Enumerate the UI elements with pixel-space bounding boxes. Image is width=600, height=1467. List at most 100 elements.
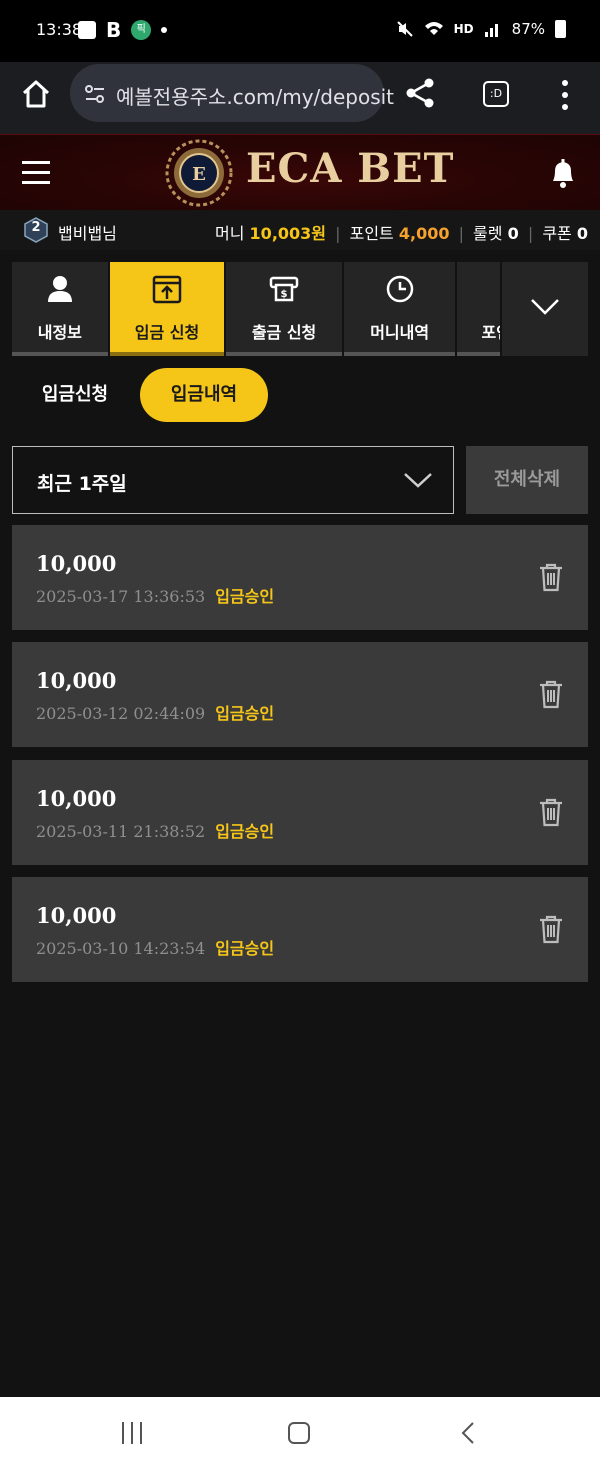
signal-icon	[484, 24, 498, 37]
battery-percent: 87%	[511, 20, 545, 38]
deposit-meta: 2025-03-11 21:38:52 입금승인	[36, 818, 274, 842]
subtab-deposit-request[interactable]: 입금신청	[20, 368, 130, 422]
emblem-letter: E	[192, 164, 206, 185]
tab-underline	[12, 352, 108, 356]
point-label: 포인트	[349, 224, 394, 243]
tab-points[interactable]: 포인	[457, 262, 501, 356]
android-home-icon[interactable]	[288, 1422, 310, 1444]
hamburger-menu-icon[interactable]	[22, 161, 52, 185]
deposit-datetime: 2025-03-12 02:44:09	[36, 704, 206, 723]
trash-icon[interactable]	[538, 562, 564, 592]
recent-apps-icon[interactable]	[120, 1422, 144, 1444]
app-notification-icon: 픽	[131, 20, 152, 40]
username: 뱁비뱁님	[58, 224, 117, 243]
gallery-icon	[78, 21, 96, 39]
deposit-datetime: 2025-03-11 21:38:52	[36, 822, 206, 841]
user-icon	[47, 276, 72, 302]
trash-icon[interactable]	[538, 914, 564, 944]
divider: |	[335, 224, 341, 243]
balances: 머니 10,003원 | 포인트 4,000 | 룰렛 0 | 쿠폰 0	[215, 220, 588, 244]
deposit-meta: 2025-03-10 14:23:54 입금승인	[36, 935, 274, 959]
logo-text[interactable]: ECA BET	[246, 145, 454, 192]
battery-icon	[555, 20, 566, 38]
money-label: 머니	[215, 224, 245, 243]
tab-money-history[interactable]: 머니내역	[343, 262, 456, 356]
level-badge: 2	[24, 217, 48, 243]
deposit-status: 입금승인	[215, 587, 275, 606]
deposit-meta: 2025-03-17 13:36:53 입금승인	[36, 583, 274, 607]
divider: |	[458, 224, 464, 243]
status-notifications: B 픽	[78, 18, 168, 42]
deposit-amount: 10,000	[36, 551, 117, 576]
clock-icon	[386, 275, 413, 303]
address-bar[interactable]: 예볼전용주소.com/my/deposit	[70, 64, 394, 122]
roulette-label: 룰렛	[473, 224, 503, 243]
logo-emblem[interactable]: E	[164, 138, 234, 208]
money-value: 10,003원	[249, 224, 327, 243]
tab-underline	[457, 352, 501, 356]
url-text: 예볼전용주소.com/my/deposit	[116, 85, 395, 109]
status-bar: 13:38 B 픽 HD 87%	[0, 0, 600, 62]
status-time: 13:38	[36, 20, 83, 39]
home-icon[interactable]	[20, 78, 52, 110]
tab-label: 출금 신청	[251, 323, 317, 342]
tab-my-info[interactable]: 내정보	[12, 262, 108, 356]
deposit-status: 입금승인	[215, 939, 275, 958]
tab-label: 머니내역	[370, 323, 430, 342]
back-icon[interactable]	[458, 1421, 478, 1445]
deposit-status: 입금승인	[215, 822, 275, 841]
coupon-value: 0	[576, 224, 588, 243]
coupon-label: 쿠폰	[542, 224, 572, 243]
status-system-icons: HD 87%	[396, 20, 566, 38]
deposit-icon	[152, 275, 182, 304]
level-number: 2	[31, 220, 41, 235]
mute-icon	[396, 21, 413, 37]
tab-underline	[226, 352, 342, 356]
deposit-datetime: 2025-03-10 14:23:54	[36, 939, 206, 958]
tab-underline	[109, 352, 225, 356]
chevron-down-icon	[531, 299, 560, 315]
deposit-meta: 2025-03-12 02:44:09 입금승인	[36, 700, 274, 724]
divider: |	[527, 224, 534, 243]
subtab-deposit-history[interactable]: 입금내역	[140, 368, 268, 422]
tab-underline	[343, 352, 456, 356]
svg-text:$: $	[281, 289, 288, 300]
wifi-icon	[424, 22, 443, 35]
site-header: E ECA BET	[0, 134, 600, 210]
period-value: 최근 1주일	[37, 473, 127, 495]
chevron-down-icon	[404, 473, 432, 488]
tabs-more-button[interactable]	[502, 262, 588, 356]
deposit-status: 입금승인	[215, 704, 275, 723]
deposit-item: 10,000 2025-03-11 21:38:52 입금승인	[12, 760, 588, 865]
delete-all-button[interactable]: 전체삭제	[466, 446, 588, 514]
user-info-bar: 2 뱁비뱁님 머니 10,003원 | 포인트 4,000 | 룰렛 0 | 쿠…	[0, 210, 600, 250]
roulette-value: 0	[507, 224, 519, 243]
share-icon[interactable]	[404, 76, 436, 110]
more-notifications-icon	[161, 27, 168, 33]
deposit-item: 10,000 2025-03-17 13:36:53 입금승인	[12, 525, 588, 630]
point-value: 4,000	[398, 224, 450, 243]
mypage-nav-tabs: 내정보 입금 신청 $ 출금 신청 머니내역 포인	[12, 262, 588, 356]
browser-toolbar: 예볼전용주소.com/my/deposit :D	[0, 62, 600, 134]
site-settings-icon[interactable]	[84, 83, 106, 105]
trash-icon[interactable]	[538, 797, 564, 827]
tab-deposit-request[interactable]: 입금 신청	[109, 262, 225, 356]
network-label: HD	[453, 22, 474, 36]
b-app-icon: B	[106, 18, 122, 42]
deposit-item: 10,000 2025-03-10 14:23:54 입금승인	[12, 877, 588, 982]
trash-icon[interactable]	[538, 679, 564, 709]
tab-withdraw-request[interactable]: $ 출금 신청	[226, 262, 342, 356]
period-select[interactable]: 최근 1주일	[12, 446, 454, 514]
tab-label: 포인	[481, 323, 500, 342]
tab-label: 내정보	[37, 323, 82, 342]
deposit-amount: 10,000	[36, 668, 117, 693]
bell-icon[interactable]	[548, 157, 578, 189]
deposit-datetime: 2025-03-17 13:36:53	[36, 587, 206, 606]
more-options-icon[interactable]	[554, 80, 576, 110]
deposit-amount: 10,000	[36, 786, 117, 811]
deposit-amount: 10,000	[36, 903, 117, 928]
deposit-item: 10,000 2025-03-12 02:44:09 입금승인	[12, 642, 588, 747]
withdraw-icon: $	[269, 276, 299, 302]
tab-label: 입금 신청	[134, 323, 200, 342]
tab-switcher-button[interactable]: :D	[483, 81, 509, 107]
